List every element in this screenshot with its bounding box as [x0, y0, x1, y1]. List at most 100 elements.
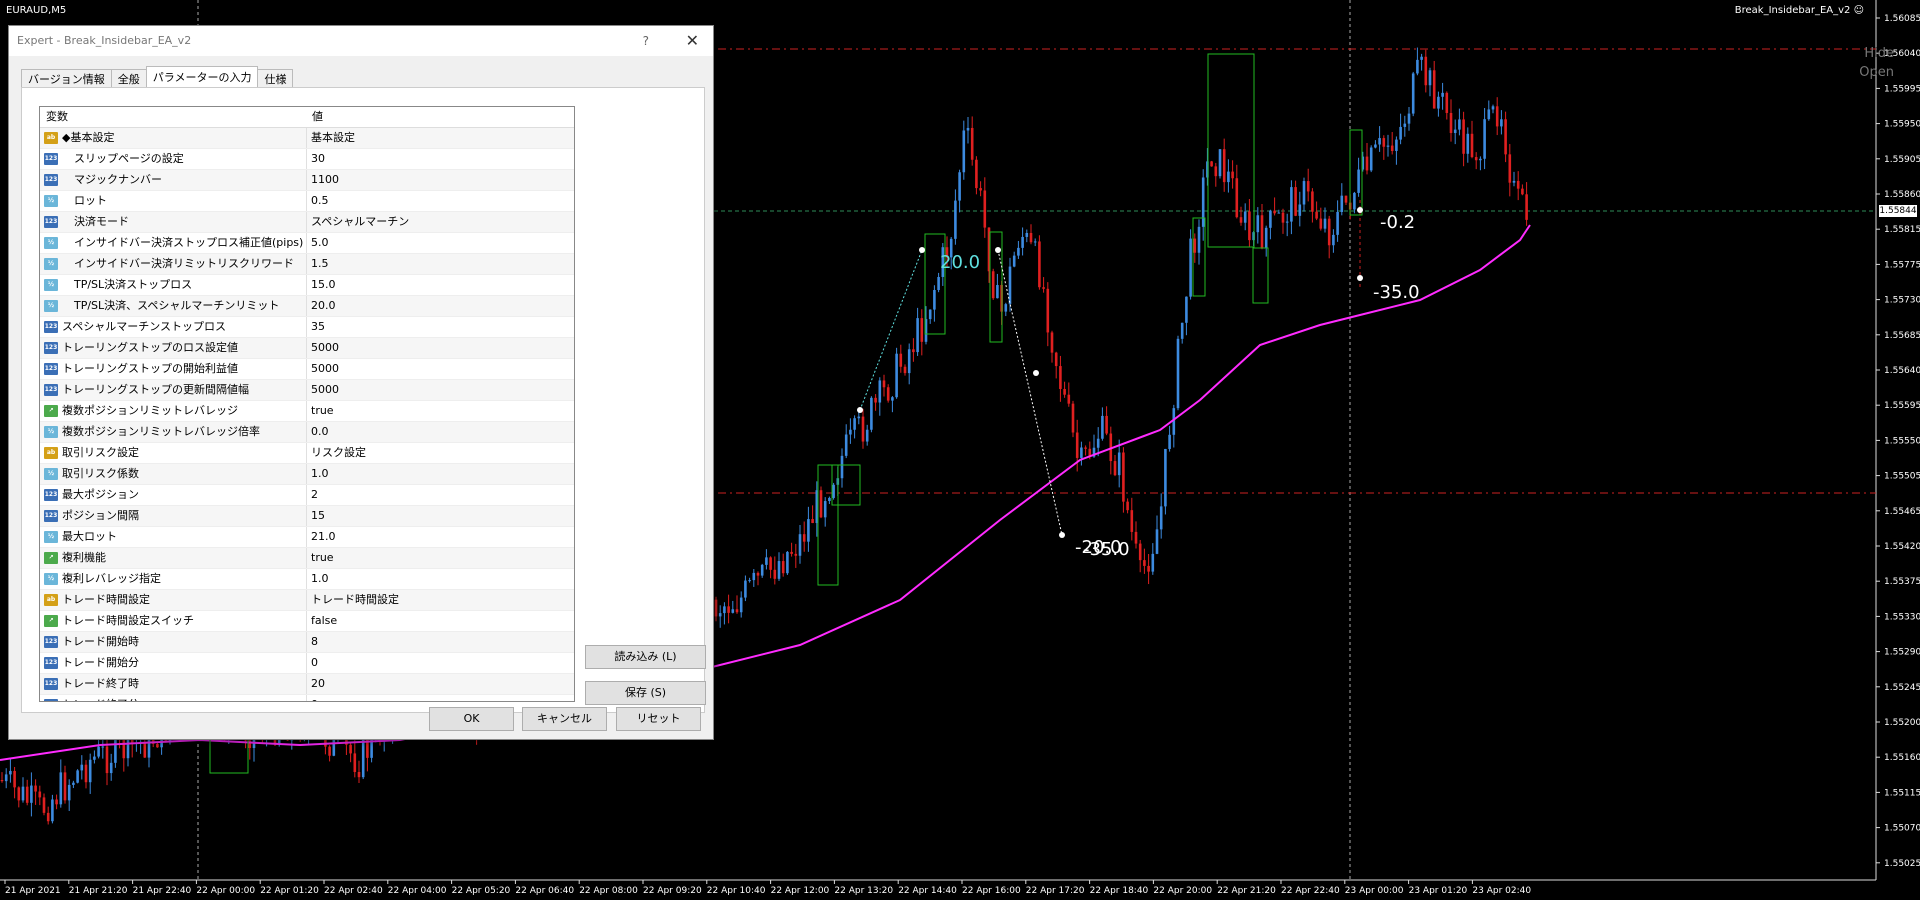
- help-icon[interactable]: ?: [643, 26, 649, 56]
- tab-specification[interactable]: 仕様: [257, 69, 294, 89]
- candle-body: [752, 572, 756, 581]
- reset-button[interactable]: リセット: [616, 707, 701, 731]
- param-value[interactable]: 5.0: [307, 233, 574, 253]
- table-row[interactable]: 123 最大ポジション 2: [40, 485, 574, 506]
- table-row[interactable]: 123 トレーリングストップの更新間隔値幅 5000: [40, 380, 574, 401]
- candle-body: [1176, 338, 1180, 409]
- column-value[interactable]: 値: [306, 107, 574, 127]
- table-row[interactable]: ½ 複利レバレッジ指定 1.0: [40, 569, 574, 590]
- param-value[interactable]: 8: [307, 632, 574, 652]
- table-row[interactable]: 123 スペシャルマーチンストップロス 35: [40, 317, 574, 338]
- param-value[interactable]: 0: [307, 695, 574, 701]
- param-value[interactable]: true: [307, 401, 574, 421]
- candle-body: [1264, 227, 1268, 249]
- param-value[interactable]: 20: [307, 674, 574, 694]
- param-value[interactable]: 21.0: [307, 527, 574, 547]
- table-row[interactable]: ½ TP/SL決済ストップロス 15.0: [40, 275, 574, 296]
- candle-body: [1453, 129, 1457, 133]
- time-tick-label: 22 Apr 13:20: [834, 886, 893, 896]
- load-button[interactable]: 読み込み (L): [585, 645, 706, 669]
- table-row[interactable]: 123 トレード開始分 0: [40, 653, 574, 674]
- price-tick-label: 1.55070: [1884, 824, 1920, 834]
- time-tick-label: 22 Apr 00:00: [196, 886, 255, 896]
- table-row[interactable]: ab ◆基本設定 基本設定: [40, 128, 574, 149]
- param-name-cell: ab 取引リスク設定: [40, 443, 307, 463]
- param-value[interactable]: 30: [307, 149, 574, 169]
- time-tick-label: 22 Apr 14:40: [898, 886, 957, 896]
- table-row[interactable]: ½ インサイドバー決済リミットリスクリワード 1.5: [40, 254, 574, 275]
- table-row[interactable]: 123 トレーリングストップのロス設定値 5000: [40, 338, 574, 359]
- param-value[interactable]: 0: [307, 653, 574, 673]
- price-tick-label: 1.55685: [1884, 331, 1920, 341]
- table-row[interactable]: ab 取引リスク設定 リスク設定: [40, 443, 574, 464]
- param-value[interactable]: 1.0: [307, 569, 574, 589]
- close-icon[interactable]: ✕: [686, 26, 699, 56]
- param-value[interactable]: 35: [307, 317, 574, 337]
- tab-version-info[interactable]: バージョン情報: [21, 69, 112, 89]
- candle-body: [756, 572, 760, 576]
- table-row[interactable]: 123 トレード終了時 20: [40, 674, 574, 695]
- open-button[interactable]: Open: [1859, 65, 1894, 80]
- table-row[interactable]: ab トレード時間設定 トレード時間設定: [40, 590, 574, 611]
- candle-body: [361, 738, 365, 778]
- param-value[interactable]: 15: [307, 506, 574, 526]
- param-value[interactable]: 5000: [307, 380, 574, 400]
- param-value[interactable]: 20.0: [307, 296, 574, 316]
- hide-button[interactable]: Hide: [1864, 46, 1894, 61]
- param-value[interactable]: 1.0: [307, 464, 574, 484]
- column-variable[interactable]: 変数: [40, 107, 306, 127]
- time-tick-label: 21 Apr 22:40: [133, 886, 192, 896]
- time-tick-label: 22 Apr 22:40: [1281, 886, 1340, 896]
- param-value[interactable]: スペシャルマーチン: [307, 212, 574, 232]
- tab-general[interactable]: 全般: [110, 69, 147, 89]
- table-row[interactable]: ½ ロット 0.5: [40, 191, 574, 212]
- param-value[interactable]: 5000: [307, 338, 574, 358]
- table-row[interactable]: ↗ 複数ポジションリミットレバレッジ true: [40, 401, 574, 422]
- candle-body: [1017, 247, 1020, 256]
- candle-body: [1512, 180, 1516, 183]
- candle-body: [1420, 56, 1423, 60]
- candle-body: [1218, 149, 1222, 177]
- integer-type-icon: 123: [44, 384, 58, 396]
- param-value[interactable]: 15.0: [307, 275, 574, 295]
- param-value[interactable]: false: [307, 611, 574, 631]
- table-row[interactable]: ½ TP/SL決済、スペシャルマーチンリミット 20.0: [40, 296, 574, 317]
- param-name: トレード終了時: [62, 677, 139, 690]
- candle-body: [983, 190, 987, 228]
- save-button[interactable]: 保存 (S): [585, 681, 706, 705]
- table-row[interactable]: ½ インサイドバー決済ストップロス補正値(pips) 5.0: [40, 233, 574, 254]
- param-value[interactable]: true: [307, 548, 574, 568]
- param-value[interactable]: 1100: [307, 170, 574, 190]
- param-value[interactable]: トレード時間設定: [307, 590, 574, 610]
- param-value[interactable]: 1.5: [307, 254, 574, 274]
- table-row[interactable]: ↗ トレード時間設定スイッチ false: [40, 611, 574, 632]
- table-row[interactable]: ½ 複数ポジションリミットレバレッジ倍率 0.0: [40, 422, 574, 443]
- table-row[interactable]: ½ 最大ロット 21.0: [40, 527, 574, 548]
- ok-button[interactable]: OK: [429, 707, 514, 731]
- param-value[interactable]: 5000: [307, 359, 574, 379]
- time-tick-label: 23 Apr 00:00: [1345, 886, 1404, 896]
- param-value[interactable]: リスク設定: [307, 443, 574, 463]
- param-value[interactable]: 基本設定: [307, 128, 574, 148]
- table-row[interactable]: 123 決済モード スペシャルマーチン: [40, 212, 574, 233]
- table-row[interactable]: ↗ 複利機能 true: [40, 548, 574, 569]
- param-value[interactable]: 2: [307, 485, 574, 505]
- integer-type-icon: 123: [44, 636, 58, 648]
- table-row[interactable]: 123 ポジション間隔 15: [40, 506, 574, 527]
- table-row[interactable]: 123 トレード開始時 8: [40, 632, 574, 653]
- tab-input-parameters[interactable]: パラメーターの入力: [145, 66, 259, 89]
- param-name: 取引リスク係数: [62, 467, 139, 480]
- table-row[interactable]: 123 マジックナンバー 1100: [40, 170, 574, 191]
- table-row[interactable]: 123 トレーリングストップの開始利益値 5000: [40, 359, 574, 380]
- candle-body: [1474, 157, 1478, 161]
- table-row[interactable]: 123 トレード終了分 0: [40, 695, 574, 701]
- cancel-button[interactable]: キャンセル: [522, 707, 607, 731]
- table-row[interactable]: ½ 取引リスク係数 1.0: [40, 464, 574, 485]
- table-row[interactable]: 123 スリップページの設定 30: [40, 149, 574, 170]
- candle-body: [991, 271, 995, 299]
- param-value[interactable]: 0.0: [307, 422, 574, 442]
- param-value[interactable]: 0.5: [307, 191, 574, 211]
- candle-body: [723, 606, 726, 614]
- candle-body: [1054, 352, 1058, 367]
- candle-body: [823, 501, 827, 518]
